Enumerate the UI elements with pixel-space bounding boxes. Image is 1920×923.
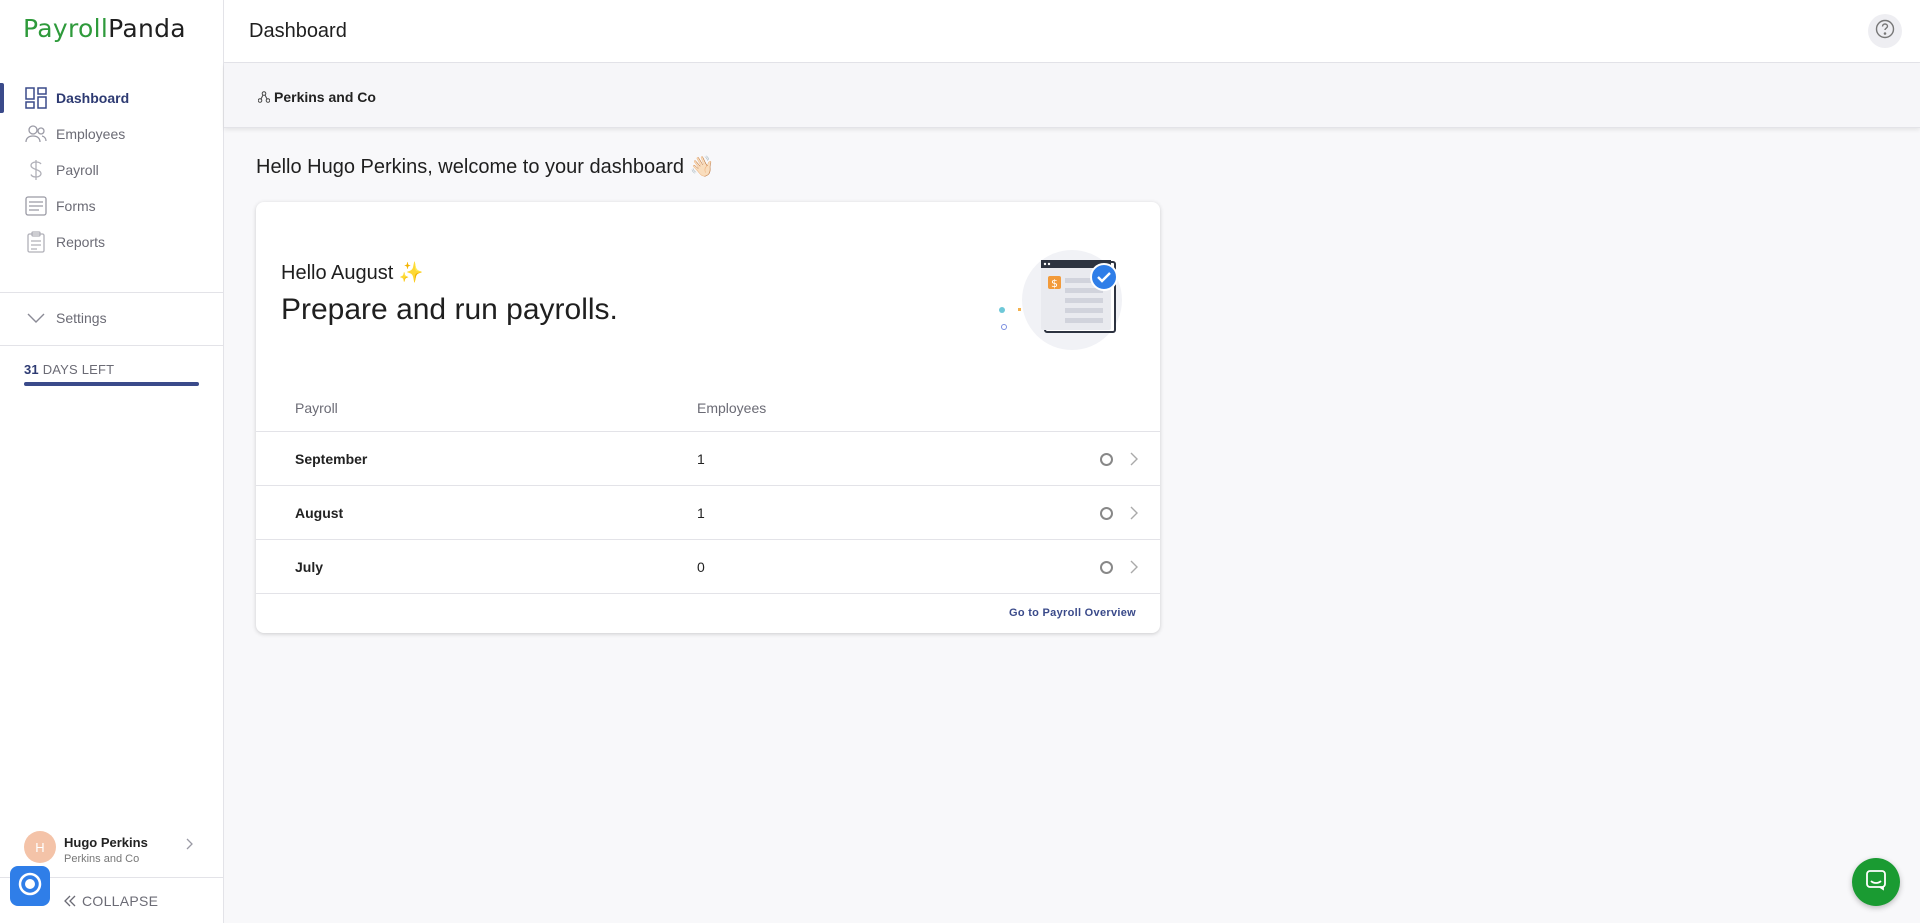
sidebar-item-forms[interactable]: Forms xyxy=(0,188,224,224)
chat-icon xyxy=(1864,868,1888,897)
user-profile[interactable]: H Hugo Perkins Perkins and Co xyxy=(24,831,204,865)
users-icon xyxy=(24,122,48,146)
trial-days-count: 31 xyxy=(24,362,39,377)
employee-count: 1 xyxy=(697,451,705,467)
svg-text:$: $ xyxy=(1051,277,1058,290)
logo-text-payroll: Payroll xyxy=(23,14,109,43)
chat-button[interactable] xyxy=(1852,858,1900,906)
sidebar-nav: Dashboard Employees Payroll Forms Report… xyxy=(0,80,224,260)
clipboard-icon xyxy=(24,230,48,254)
trial-progress-fill xyxy=(24,382,199,386)
card-heading: Prepare and run payrolls. xyxy=(281,293,618,326)
company-bar: Perkins and Co xyxy=(224,64,1920,128)
payroll-overview-link[interactable]: Go to Payroll Overview xyxy=(1009,607,1136,619)
double-chevron-left-icon xyxy=(64,894,76,910)
card-greeting: Hello August ✨ xyxy=(281,262,424,284)
column-header-payroll: Payroll xyxy=(295,400,338,416)
payroll-illustration: $ xyxy=(980,242,1130,352)
table-row[interactable]: August 1 xyxy=(256,486,1160,540)
sidebar-item-payroll[interactable]: Payroll xyxy=(0,152,224,188)
sidebar-item-settings[interactable]: Settings xyxy=(0,300,224,336)
payroll-month: August xyxy=(295,505,344,521)
sidebar-item-label: Forms xyxy=(56,198,96,214)
status-circle-icon xyxy=(1100,561,1113,574)
sidebar-item-label: Payroll xyxy=(56,162,99,178)
app-logo[interactable]: PayrollPanda xyxy=(23,14,186,43)
dollar-icon xyxy=(24,158,48,182)
organization-icon xyxy=(258,91,270,103)
employee-count: 0 xyxy=(697,559,705,575)
sidebar-item-label: Dashboard xyxy=(56,90,130,106)
status-circle-icon xyxy=(1100,453,1113,466)
payroll-month: September xyxy=(295,451,368,467)
sidebar: PayrollPanda Dashboard Employees Payroll… xyxy=(0,0,224,923)
payroll-card: Hello August ✨ Prepare and run payrolls.… xyxy=(256,202,1160,633)
status-circle-icon xyxy=(1100,507,1113,520)
welcome-message: Hello Hugo Perkins, welcome to your dash… xyxy=(256,156,715,178)
collapse-button[interactable]: COLLAPSE xyxy=(64,893,158,910)
sidebar-divider xyxy=(0,292,224,293)
help-icon xyxy=(1875,19,1895,44)
column-header-employees: Employees xyxy=(697,400,767,416)
form-icon xyxy=(24,194,48,218)
target-icon xyxy=(17,871,43,902)
settings-label: Settings xyxy=(56,310,107,326)
help-button[interactable] xyxy=(1868,14,1902,48)
sidebar-item-dashboard[interactable]: Dashboard xyxy=(0,80,224,116)
payroll-table-header: Payroll Employees xyxy=(256,388,1160,432)
chevron-down-icon xyxy=(24,306,48,330)
page-title: Dashboard xyxy=(249,20,347,42)
user-company: Perkins and Co xyxy=(64,853,140,865)
chevron-right-icon[interactable] xyxy=(1130,450,1142,468)
sidebar-item-label: Employees xyxy=(56,126,126,142)
table-row[interactable]: September 1 xyxy=(256,432,1160,486)
sidebar-item-employees[interactable]: Employees xyxy=(0,116,224,152)
sidebar-item-reports[interactable]: Reports xyxy=(0,224,224,260)
user-name: Hugo Perkins xyxy=(64,835,148,850)
sidebar-item-label: Reports xyxy=(56,234,106,250)
logo-text-panda: Panda xyxy=(108,14,186,43)
assistant-button[interactable] xyxy=(10,866,50,906)
collapse-label: COLLAPSE xyxy=(82,893,159,909)
dashboard-icon xyxy=(24,86,48,110)
chevron-right-icon[interactable] xyxy=(1130,504,1142,522)
table-row[interactable]: July 0 xyxy=(256,540,1160,594)
avatar: H xyxy=(24,831,56,863)
trial-progress-bar xyxy=(24,382,199,386)
chevron-right-icon[interactable] xyxy=(1130,558,1142,576)
company-name: Perkins and Co xyxy=(274,89,376,105)
trial-days-label: DAYS LEFT xyxy=(42,362,115,377)
company-selector[interactable]: Perkins and Co xyxy=(258,89,376,105)
sidebar-divider xyxy=(0,345,224,346)
payroll-month: July xyxy=(295,559,324,575)
employee-count: 1 xyxy=(697,505,705,521)
trial-days-left: 31 DAYS LEFT xyxy=(24,362,114,377)
top-bar: Dashboard xyxy=(224,0,1920,63)
chevron-right-icon xyxy=(186,837,194,853)
